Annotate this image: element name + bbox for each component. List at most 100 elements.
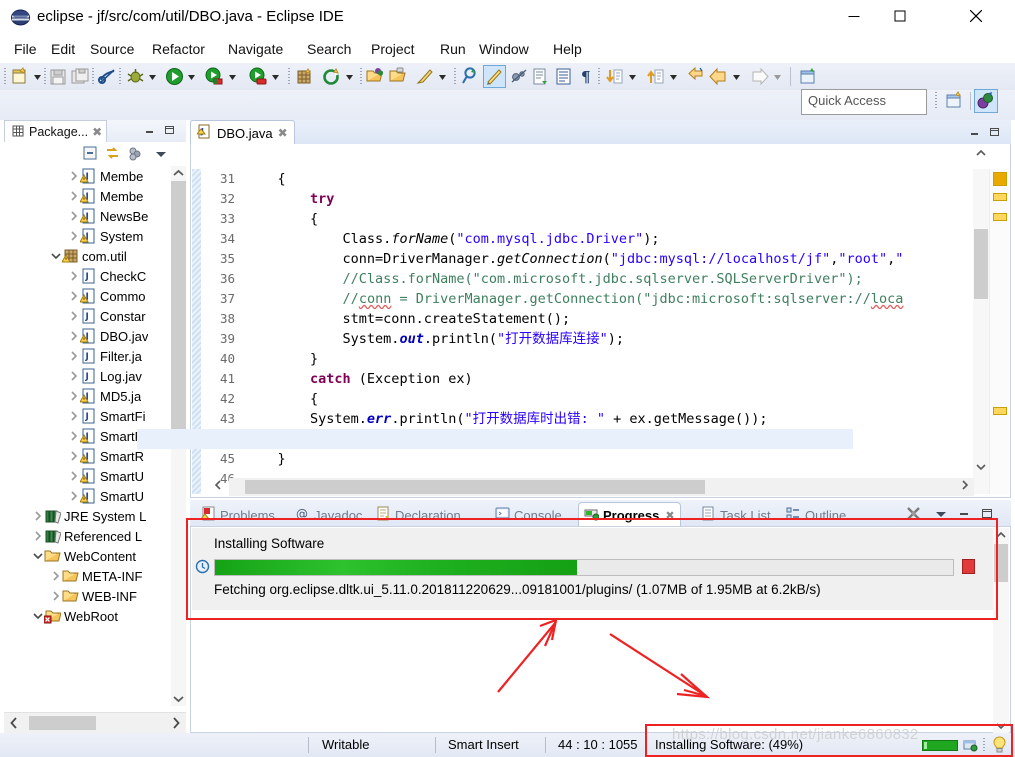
tree-item-membe[interactable]: J Membe — [4, 186, 186, 206]
skip-breakpoints-icon[interactable] — [509, 66, 530, 87]
run-dropdown-arrow[interactable] — [185, 66, 198, 87]
profile-icon[interactable] — [248, 66, 269, 87]
tree-item-smartfi[interactable]: J SmartFi — [4, 406, 186, 426]
back-icon[interactable] — [708, 66, 729, 87]
chevron-right-icon[interactable] — [68, 270, 80, 282]
minimize-icon[interactable] — [968, 126, 981, 142]
forward-dropdown-arrow[interactable] — [771, 66, 784, 87]
maximize-icon[interactable] — [988, 126, 1001, 142]
run-server-dropdown-arrow[interactable] — [226, 66, 239, 87]
last-edit-icon[interactable] — [686, 66, 707, 87]
quick-fix-icon[interactable] — [414, 66, 435, 87]
package-explorer-hscroll-thumb[interactable] — [29, 716, 96, 730]
collapse-all-icon[interactable] — [82, 145, 100, 163]
new-wizard-dropdown-arrow[interactable] — [31, 66, 44, 87]
chevron-right-icon[interactable] — [68, 170, 80, 182]
debug-icon[interactable] — [125, 66, 146, 87]
scroll-up-icon[interactable] — [994, 528, 1008, 542]
pilcrow-icon[interactable]: ¶ — [576, 66, 597, 87]
chevron-right-icon[interactable] — [68, 450, 80, 462]
code-line[interactable]: System.out.println("打开数据库连接"); — [245, 329, 624, 349]
close-icon[interactable]: ✖ — [92, 125, 102, 139]
toggle-mark-occurrences-icon[interactable] — [97, 66, 118, 87]
editor-vscrollbar[interactable] — [973, 169, 989, 494]
tree-item-log-jav[interactable]: J Log.jav — [4, 366, 186, 386]
tip-of-the-day-icon[interactable] — [991, 736, 1008, 757]
chevron-right-icon[interactable] — [68, 310, 80, 322]
chevron-right-icon[interactable] — [68, 210, 80, 222]
chevron-right-icon[interactable] — [68, 370, 80, 382]
quick-access-input[interactable]: Quick Access — [801, 89, 927, 115]
tree-item-constar[interactable]: J Constar — [4, 306, 186, 326]
menu-project[interactable]: Project — [365, 39, 421, 60]
run-server-icon[interactable] — [204, 66, 225, 87]
tree-item-web-inf[interactable]: WEB-INF — [4, 586, 186, 606]
window-minimize-button[interactable] — [831, 0, 877, 32]
tab-package-explorer[interactable]: Package... ✖ — [4, 120, 108, 143]
save-all-icon[interactable] — [70, 66, 91, 87]
overview-warning-marker[interactable] — [993, 407, 1007, 415]
editor-hscrollbar[interactable] — [229, 478, 974, 496]
tab-declaration[interactable]: Declaration — [371, 504, 466, 526]
chevron-right-icon[interactable] — [68, 350, 80, 362]
forward-icon[interactable] — [749, 66, 770, 87]
heap-status-icon[interactable] — [922, 740, 958, 751]
code-line[interactable]: } — [245, 449, 286, 469]
tree-item-smartu[interactable]: J SmartU — [4, 466, 186, 486]
tab-console[interactable]: Console — [490, 504, 567, 526]
chevron-right-icon[interactable] — [68, 290, 80, 302]
tree-item-commo[interactable]: J Commo — [4, 286, 186, 306]
scroll-left-icon[interactable] — [211, 478, 225, 495]
chevron-right-icon[interactable] — [68, 230, 80, 242]
chevron-right-icon[interactable] — [32, 530, 44, 542]
minimize-icon[interactable] — [143, 124, 156, 140]
tree-item-membe[interactable]: J Membe — [4, 166, 186, 186]
open-task-icon[interactable] — [388, 66, 409, 87]
code-editor[interactable]: 31323334353637383940414243444546 { try {… — [137, 144, 1011, 498]
menu-window[interactable]: Window — [473, 39, 535, 60]
chevron-right-icon[interactable] — [68, 410, 80, 422]
code-line[interactable]: conn=DriverManager.getConnection("jdbc:m… — [245, 249, 904, 269]
tab-javadoc[interactable]: @ Javadoc — [290, 504, 367, 526]
package-explorer-hscrollbar[interactable] — [4, 712, 186, 733]
scroll-up-icon[interactable] — [171, 166, 186, 181]
chevron-right-icon[interactable] — [32, 510, 44, 522]
tab-problems[interactable]: Problems — [196, 504, 280, 526]
tab-progress[interactable]: Progress ✖ — [578, 502, 681, 527]
scroll-down-icon[interactable] — [171, 691, 186, 706]
scroll-right-icon[interactable] — [958, 478, 972, 495]
menu-navigate[interactable]: Navigate — [222, 39, 289, 60]
close-icon[interactable]: ✖ — [278, 126, 288, 140]
view-menu-filter-icon[interactable] — [126, 145, 144, 163]
tree-item-smartu[interactable]: J SmartU — [4, 486, 186, 506]
scroll-down-icon[interactable] — [994, 719, 1008, 733]
open-type-icon[interactable] — [365, 66, 386, 87]
menu-run[interactable]: Run — [434, 39, 472, 60]
new-wizard-icon[interactable] — [10, 66, 31, 87]
menu-source[interactable]: Source — [84, 39, 140, 60]
editor-vscroll-thumb[interactable] — [974, 229, 988, 299]
tree-item-meta-inf[interactable]: META-INF — [4, 566, 186, 586]
prev-annotation-dropdown-arrow[interactable] — [667, 66, 680, 87]
next-annotation-dropdown-arrow[interactable] — [626, 66, 639, 87]
new-java-package-icon[interactable] — [294, 66, 315, 87]
run-icon[interactable] — [164, 66, 185, 87]
tree-item-system[interactable]: J System — [4, 226, 186, 246]
overview-warning-marker[interactable] — [993, 213, 1007, 221]
menu-edit[interactable]: Edit — [45, 39, 81, 60]
chevron-down-icon[interactable] — [32, 610, 44, 622]
tree-item-smartr[interactable]: J SmartR — [4, 446, 186, 466]
java-ee-perspective-icon[interactable] — [974, 89, 998, 113]
overview-warning-marker[interactable] — [993, 193, 1007, 201]
scroll-left-icon[interactable] — [6, 715, 22, 731]
code-line[interactable]: Class.forName("com.mysql.jdbc.Driver"); — [245, 229, 660, 249]
package-explorer-vscroll-thumb[interactable] — [171, 181, 186, 431]
editor-overview-ruler[interactable] — [989, 169, 1009, 494]
tree-item-md5-ja[interactable]: J MD5.ja — [4, 386, 186, 406]
open-declaration-icon[interactable] — [530, 66, 551, 87]
tree-item-com-util[interactable]: com.util — [4, 246, 186, 266]
tree-item-newsbe[interactable]: J NewsBe — [4, 206, 186, 226]
code-line[interactable]: { — [245, 209, 318, 229]
debug-dropdown-arrow[interactable] — [146, 66, 159, 87]
new-class-dropdown-arrow[interactable] — [343, 66, 356, 87]
